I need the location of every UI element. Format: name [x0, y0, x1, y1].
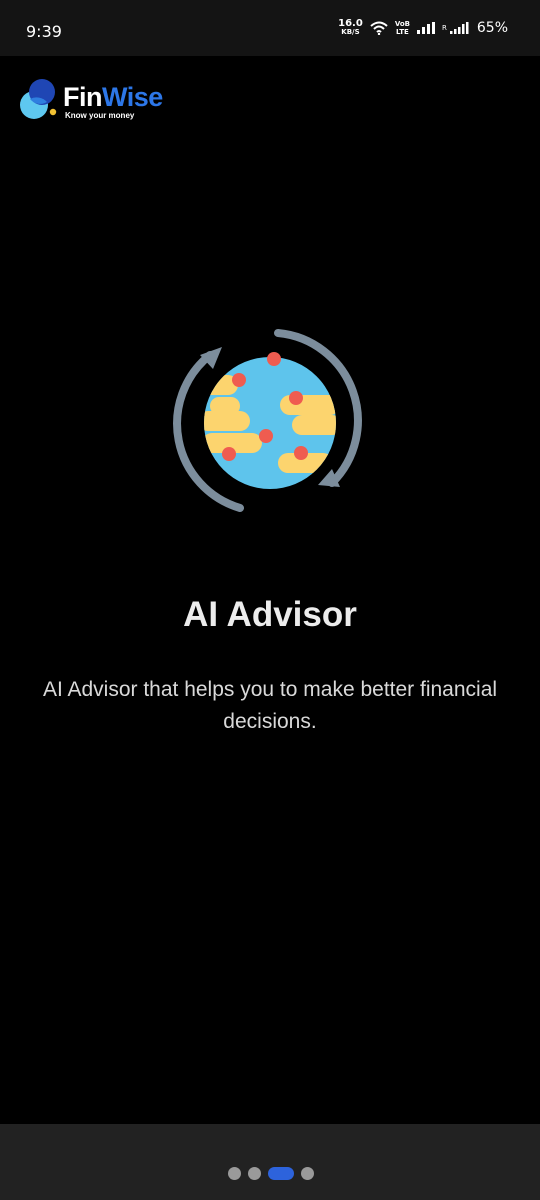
status-bar: 9:39 16.0 KB/S VoB LTE R 65% — [0, 0, 540, 56]
volte-bottom: LTE — [395, 28, 409, 36]
wifi-icon — [370, 21, 388, 35]
status-time: 9:39 — [26, 22, 62, 41]
brand-name-fin: Fin — [63, 82, 103, 112]
network-speed-value: 16.0 — [338, 18, 363, 29]
volte-top: VoB — [394, 20, 410, 28]
page-dot-4[interactable] — [301, 1167, 314, 1180]
onboarding-description: AI Advisor that helps you to make better… — [42, 678, 498, 733]
volte-indicator: VoB LTE — [395, 20, 410, 36]
page-dot-1[interactable] — [228, 1167, 241, 1180]
bottom-bar — [0, 1124, 540, 1200]
battery-percent: 65% — [476, 20, 508, 36]
globe-sync-icon — [173, 329, 362, 512]
page-dot-3-active[interactable] — [268, 1167, 294, 1180]
finwise-logo: FinWise Know your money — [19, 78, 179, 124]
network-speed-unit: KB/S — [341, 28, 360, 36]
roaming-label: R — [442, 24, 447, 32]
brand-name: FinWise — [63, 82, 163, 112]
page-dot-2[interactable] — [248, 1167, 261, 1180]
onboarding-title: AI Advisor — [183, 595, 357, 634]
status-icons: 16.0 KB/S VoB LTE R 65% — [338, 18, 508, 37]
network-speed: 16.0 KB/S — [338, 18, 363, 37]
brand-tagline: Know your money — [65, 111, 135, 120]
page-indicator — [1, 1167, 540, 1180]
finwise-logo-icon — [20, 79, 57, 119]
signal-roaming-icon — [449, 22, 469, 34]
signal-icon — [417, 22, 435, 34]
brand-name-wise: Wise — [102, 82, 163, 112]
